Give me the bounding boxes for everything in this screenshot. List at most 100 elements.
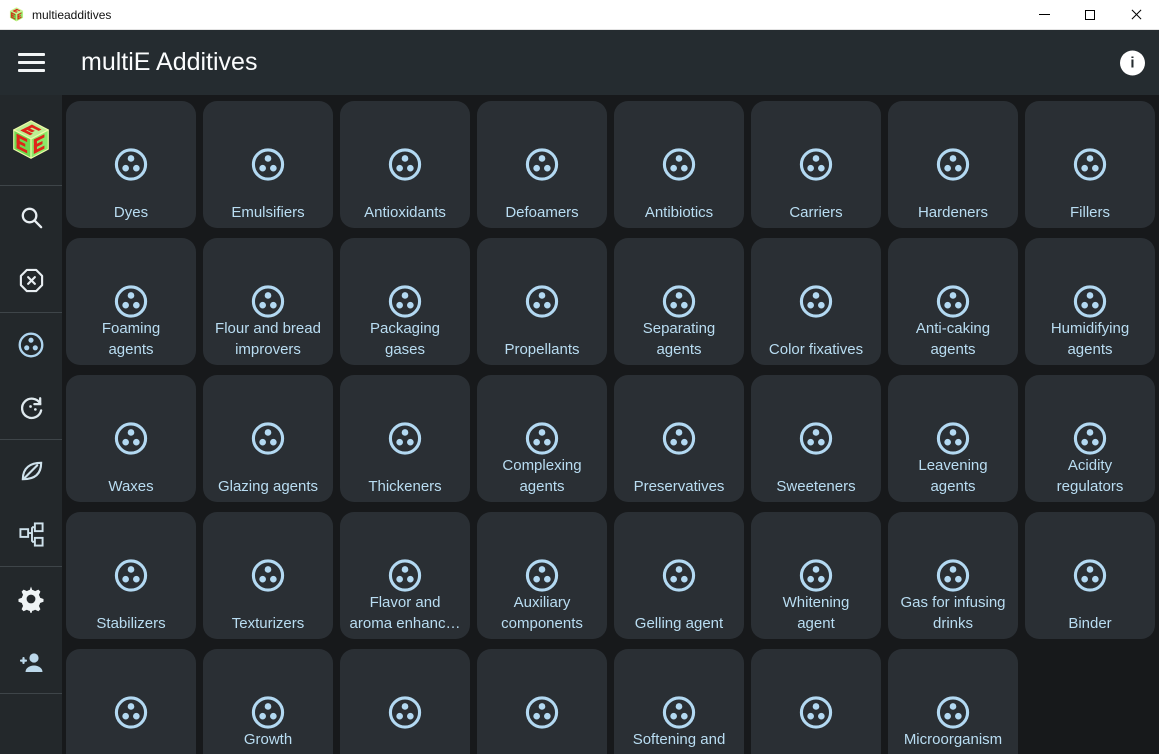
category-label: Dyes	[113, 204, 149, 221]
additive-circle-icon	[936, 696, 970, 729]
minimize-button[interactable]	[1021, 0, 1067, 29]
additive-circle-icon	[1073, 559, 1107, 592]
sidebar-item-recycle[interactable]	[0, 376, 62, 439]
category-card[interactable]	[477, 649, 607, 754]
sidebar-item-natural[interactable]	[0, 440, 62, 503]
category-card[interactable]: Humidifying agents	[1025, 238, 1155, 365]
category-label: Complexing agents	[502, 457, 582, 495]
app-logo-icon	[13, 120, 49, 159]
category-label: Antibiotics	[644, 204, 714, 221]
additive-circle-icon	[662, 696, 696, 729]
category-grid[interactable]: Dyes Emulsifiers Antioxidants Defoamers	[62, 95, 1159, 754]
category-label: Sweeteners	[776, 478, 856, 495]
category-card[interactable]: Gas for infusing drinks	[888, 512, 1018, 639]
category-card[interactable]: Dyes	[66, 101, 196, 228]
category-card[interactable]: Waxes	[66, 375, 196, 502]
category-card[interactable]: Thickeners	[340, 375, 470, 502]
close-icon	[1130, 8, 1143, 21]
category-label: Propellants	[504, 341, 580, 358]
category-label: Leavening agents	[918, 457, 988, 495]
info-button[interactable]: i	[1120, 50, 1145, 75]
additive-circle-icon	[936, 285, 970, 318]
category-card[interactable]: Binder	[1025, 512, 1155, 639]
category-card[interactable]	[66, 649, 196, 754]
category-card[interactable]: Softening and	[614, 649, 744, 754]
additive-circle-icon	[251, 559, 285, 592]
category-card[interactable]: Flavor and aroma enhanc…	[340, 512, 470, 639]
category-card[interactable]: Antibiotics	[614, 101, 744, 228]
additive-circle-icon	[1073, 422, 1107, 455]
sidebar-item-exclude[interactable]	[0, 249, 62, 312]
leaf-icon	[21, 461, 42, 481]
category-card[interactable]: Microorganism	[888, 649, 1018, 754]
sidebar-item-add-user[interactable]	[0, 630, 62, 693]
category-card[interactable]: Packaging gases	[340, 238, 470, 365]
category-card[interactable]: Carriers	[751, 101, 881, 228]
hamburger-menu-button[interactable]	[18, 53, 45, 72]
category-label: Humidifying agents	[1050, 320, 1130, 358]
additive-circle-icon	[936, 559, 970, 592]
category-card[interactable]: Foaming agents	[66, 238, 196, 365]
category-label: Growth	[243, 731, 293, 748]
additive-circle-icon	[662, 148, 696, 181]
maximize-icon	[1085, 9, 1095, 20]
content-area: Dyes Emulsifiers Antioxidants Defoamers	[62, 95, 1159, 754]
window-controls	[1021, 0, 1159, 29]
category-card[interactable]: Auxiliary components	[477, 512, 607, 639]
category-card[interactable]: Propellants	[477, 238, 607, 365]
maximize-button[interactable]	[1067, 0, 1113, 29]
category-card[interactable]: Acidity regulators	[1025, 375, 1155, 502]
category-label: Whitening agent	[782, 594, 850, 632]
category-card[interactable]: Emulsifiers	[203, 101, 333, 228]
additive-circle-icon	[114, 285, 148, 318]
category-card[interactable]: Sweeteners	[751, 375, 881, 502]
category-card[interactable]: Fillers	[1025, 101, 1155, 228]
additive-circle-icon	[251, 285, 285, 318]
minimize-icon	[1038, 14, 1050, 15]
category-label: Thickeners	[368, 478, 442, 495]
category-card[interactable]: Gelling agent	[614, 512, 744, 639]
category-label: Flavor and aroma enhanc…	[349, 594, 461, 632]
category-card[interactable]: Hardeners	[888, 101, 1018, 228]
sidebar-item-settings[interactable]	[0, 567, 62, 630]
category-label: Glazing agents	[217, 478, 319, 495]
additive-circle-icon	[388, 148, 422, 181]
sidebar-item-app-logo[interactable]	[0, 95, 62, 185]
category-label: Stabilizers	[96, 615, 166, 632]
person-add-icon	[20, 652, 43, 672]
schema-icon	[18, 522, 44, 547]
window-titlebar[interactable]: multieadditives	[0, 0, 1159, 30]
category-card[interactable]: Color fixatives	[751, 238, 881, 365]
category-card[interactable]: Flour and bread improvers	[203, 238, 333, 365]
category-card[interactable]: Whitening agent	[751, 512, 881, 639]
category-card[interactable]: Texturizers	[203, 512, 333, 639]
sidebar-item-additives[interactable]	[0, 313, 62, 376]
category-card[interactable]: Glazing agents	[203, 375, 333, 502]
category-card[interactable]: Growth	[203, 649, 333, 754]
additive-circle-icon	[251, 148, 285, 181]
category-card[interactable]: Anti-caking agents	[888, 238, 1018, 365]
close-button[interactable]	[1113, 0, 1159, 29]
category-card[interactable]: Preservatives	[614, 375, 744, 502]
category-label: Anti-caking agents	[915, 320, 991, 358]
category-card[interactable]	[340, 649, 470, 754]
category-card[interactable]: Complexing agents	[477, 375, 607, 502]
additive-circle-icon	[388, 696, 422, 729]
category-card[interactable]: Antioxidants	[340, 101, 470, 228]
additive-circle-icon	[662, 285, 696, 318]
category-card[interactable]	[751, 649, 881, 754]
category-card[interactable]: Separating agents	[614, 238, 744, 365]
category-card[interactable]: Stabilizers	[66, 512, 196, 639]
additive-circle-icon	[1073, 285, 1107, 318]
sidebar-item-structure[interactable]	[0, 503, 62, 566]
category-label: Defoamers	[505, 204, 579, 221]
hamburger-icon	[18, 53, 45, 56]
sidebar-item-search[interactable]	[0, 186, 62, 249]
app-header: multiE Additives i	[0, 30, 1159, 95]
category-card[interactable]: Leavening agents	[888, 375, 1018, 502]
additive-circle-icon	[799, 696, 833, 729]
additive-circle-icon	[114, 696, 148, 729]
additive-circle-icon	[662, 422, 696, 455]
category-label: Hardeners	[917, 204, 989, 221]
category-card[interactable]: Defoamers	[477, 101, 607, 228]
